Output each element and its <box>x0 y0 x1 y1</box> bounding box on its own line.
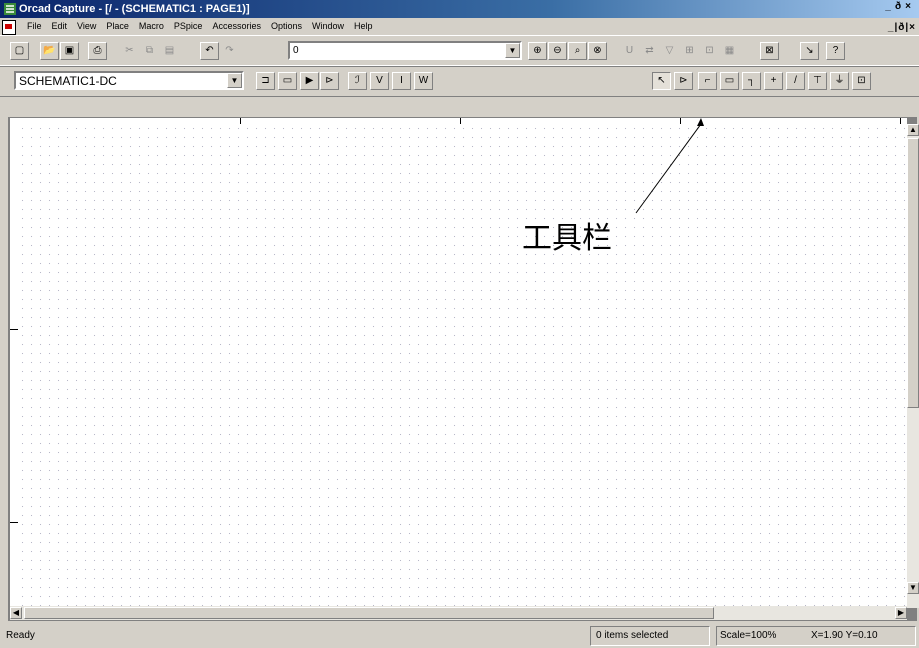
zoom-scale: Scale=100% <box>720 630 777 641</box>
status-text: Ready <box>6 630 35 641</box>
annotation-arrow <box>635 118 704 214</box>
status-bar: Ready 0 items selected Scale=100% X=1.90… <box>0 624 919 648</box>
cursor-coordinates: X=1.90 Y=0.10 <box>811 630 878 641</box>
selection-count: 0 items selected <box>596 630 669 641</box>
